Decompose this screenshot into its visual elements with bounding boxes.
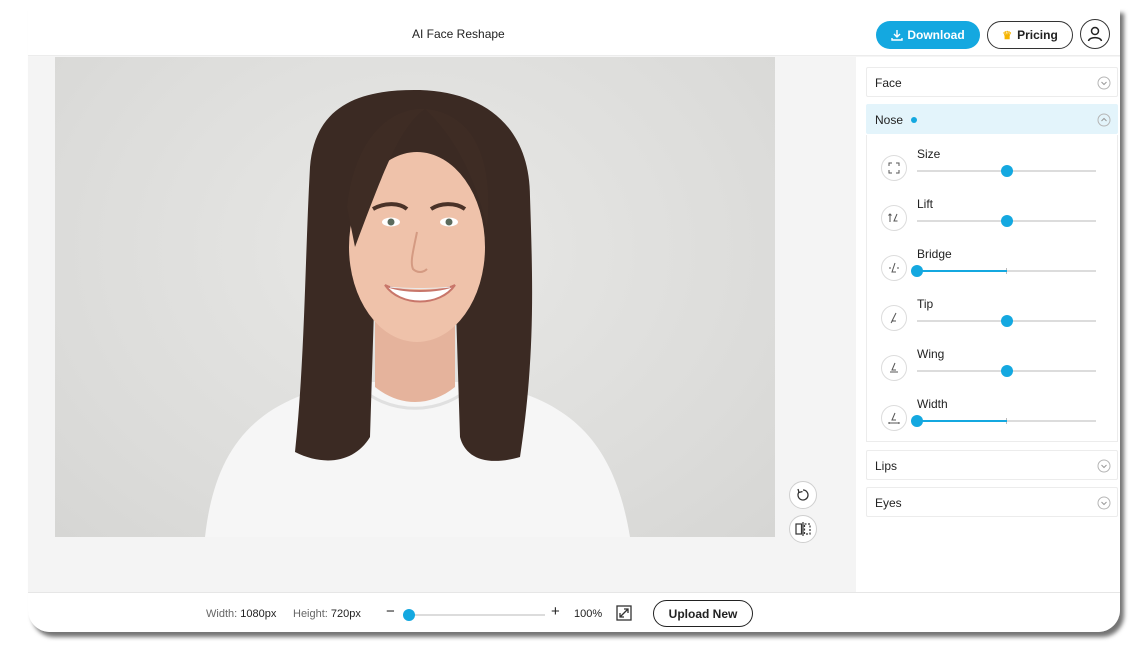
expand-icon: [881, 155, 907, 181]
zoom-in-button[interactable]: +: [551, 603, 560, 620]
slider-track[interactable]: [911, 265, 1096, 277]
slider-thumb[interactable]: [911, 415, 923, 427]
download-button[interactable]: Download: [876, 21, 980, 49]
image-height: Height: 720px: [293, 608, 361, 620]
section-nose[interactable]: Nose: [866, 104, 1118, 134]
rotate-reset-icon: [797, 488, 809, 501]
nose-sliders: Size Lift Bridge Tip Wing Width: [866, 135, 1118, 442]
compare-button[interactable]: [789, 515, 817, 543]
reset-button[interactable]: [789, 481, 817, 509]
section-label: Eyes: [875, 496, 902, 510]
pricing-label: Pricing: [1017, 28, 1058, 42]
slider-thumb[interactable]: [911, 265, 923, 277]
section-lips[interactable]: Lips: [866, 450, 1118, 480]
upload-new-button[interactable]: Upload New: [653, 600, 753, 627]
compare-icon: [795, 522, 811, 536]
slider-bridge: Bridge: [867, 241, 1117, 291]
zoom-slider-thumb[interactable]: [403, 609, 415, 621]
slider-wing: Wing: [867, 341, 1117, 391]
app-window: AI Face Reshape Download ♛ Pricing Face …: [28, 8, 1120, 632]
top-bar: AI Face Reshape Download ♛ Pricing: [28, 8, 1120, 56]
slider-tip: Tip: [867, 291, 1117, 341]
download-icon: [891, 30, 904, 41]
image-width: Width: 1080px: [206, 608, 277, 620]
slider-thumb[interactable]: [1000, 365, 1013, 377]
chevron-down-icon: [1097, 76, 1111, 90]
canvas-area: [28, 57, 856, 592]
slider-width: Width: [867, 391, 1117, 441]
slider-size: Size: [867, 141, 1117, 191]
chevron-up-icon: [1097, 113, 1111, 127]
zoom-level: 100%: [574, 608, 603, 620]
section-label: Lips: [875, 459, 898, 473]
zoom-out-button[interactable]: −: [386, 603, 395, 620]
slider-track[interactable]: [917, 165, 1096, 177]
portrait-photo: [55, 57, 775, 537]
slider-thumb[interactable]: [1000, 215, 1013, 227]
crown-icon: ♛: [1002, 29, 1013, 42]
nose-bridge-icon: [881, 255, 907, 281]
page-title: AI Face Reshape: [412, 27, 505, 41]
nose-wing-icon: [881, 355, 907, 381]
nose-tip-icon: [881, 305, 907, 331]
section-label: Nose: [875, 113, 904, 127]
user-icon: [1087, 26, 1103, 42]
chevron-down-icon: [1097, 459, 1111, 473]
slider-track[interactable]: [911, 415, 1096, 427]
chevron-down-icon: [1097, 496, 1111, 510]
slider-lift: Lift: [867, 191, 1117, 241]
modified-indicator: [911, 117, 917, 123]
fit-to-screen-icon[interactable]: [616, 605, 632, 621]
slider-track[interactable]: [917, 215, 1096, 227]
portrait-illustration: [205, 89, 630, 537]
pricing-button[interactable]: ♛ Pricing: [987, 21, 1073, 49]
nose-width-icon: [881, 405, 907, 431]
section-face[interactable]: Face: [866, 67, 1118, 97]
user-avatar[interactable]: [1080, 19, 1110, 49]
slider-track[interactable]: [917, 365, 1096, 377]
nose-lift-icon: [881, 205, 907, 231]
adjustment-panel: Face Nose Size Lift Bridge Tip Wing Widt…: [856, 57, 1120, 592]
slider-thumb[interactable]: [1000, 315, 1013, 327]
zoom-slider[interactable]: [407, 614, 545, 616]
slider-track[interactable]: [917, 315, 1096, 327]
slider-thumb[interactable]: [1000, 165, 1013, 177]
section-eyes[interactable]: Eyes: [866, 487, 1118, 517]
bottom-bar: Width: 1080px Height: 720px − + 100% Upl…: [28, 592, 1120, 632]
download-label: Download: [907, 28, 965, 42]
section-label: Face: [875, 76, 902, 90]
